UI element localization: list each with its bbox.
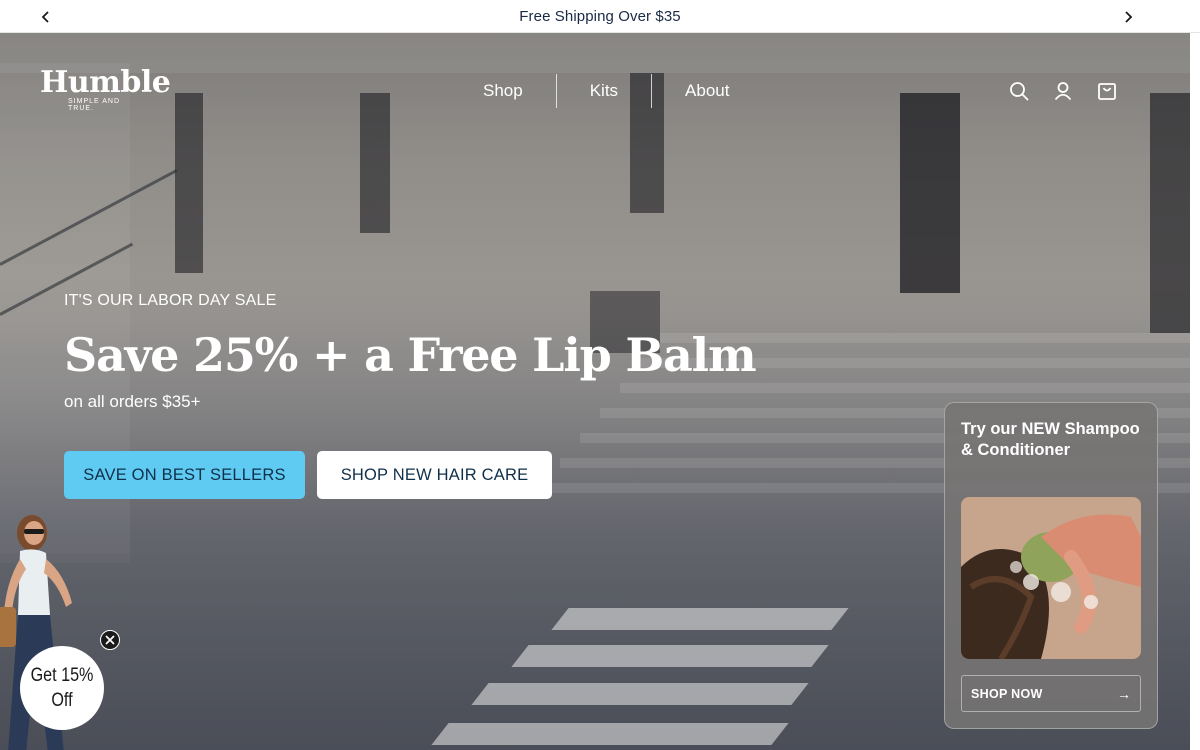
announcement-bar: Free Shipping Over $35	[0, 0, 1200, 33]
search-icon[interactable]	[1008, 80, 1030, 102]
cart-icon[interactable]	[1096, 80, 1118, 102]
humble-logo[interactable]: Humble SIMPLE AND TRUE.	[40, 65, 171, 114]
hero-headline: Save 25% + a Free Lip Balm	[64, 328, 757, 382]
shop-now-button[interactable]: SHOP NOW →	[961, 675, 1141, 712]
logo-tagline: SIMPLE AND TRUE.	[68, 98, 121, 112]
building-doorway	[1150, 93, 1190, 333]
building-window	[360, 93, 390, 233]
promo-title: Try our NEW Shampoo & Conditioner	[961, 420, 1140, 459]
chevron-right-icon[interactable]	[1118, 7, 1138, 27]
stair-step	[620, 383, 1190, 393]
page-edge	[1190, 33, 1200, 750]
account-icon[interactable]	[1052, 80, 1074, 102]
hero-subline: on all orders $35+	[64, 392, 201, 411]
announcement-text: Free Shipping Over $35	[519, 7, 681, 25]
crosswalk-stripe	[551, 608, 849, 630]
building-window	[175, 93, 203, 273]
nav-item-kits[interactable]: Kits	[557, 74, 651, 108]
arrow-right-icon: →	[1117, 685, 1131, 702]
shop-now-label: SHOP NOW	[971, 686, 1043, 701]
nav-item-about[interactable]: About	[652, 74, 762, 108]
hero-eyebrow: IT'S OUR LABOR DAY SALE	[64, 292, 277, 309]
crosswalk-stripe	[511, 645, 829, 667]
building-cornice	[0, 33, 1190, 73]
shampoo-product-image[interactable]	[961, 497, 1141, 659]
logo-wordmark: Humble	[40, 65, 171, 100]
discount-text: Get 15% Off	[30, 665, 94, 711]
promo-card: Try our NEW Shampoo & Conditioner SHOP N…	[944, 402, 1158, 729]
crosswalk-stripe	[431, 723, 789, 745]
save-on-best-sellers-button[interactable]: SAVE ON BEST SELLERS	[64, 451, 305, 499]
building-doorway	[900, 93, 960, 293]
shop-new-hair-care-button[interactable]: SHOP NEW HAIR CARE	[317, 451, 552, 499]
main-nav: Shop Kits About	[450, 74, 762, 108]
discount-popup[interactable]: Get 15% Off	[20, 646, 104, 730]
close-icon[interactable]	[100, 630, 120, 650]
nav-item-shop[interactable]: Shop	[450, 74, 556, 108]
crosswalk-stripe	[471, 683, 809, 705]
chevron-left-icon[interactable]	[36, 7, 56, 27]
